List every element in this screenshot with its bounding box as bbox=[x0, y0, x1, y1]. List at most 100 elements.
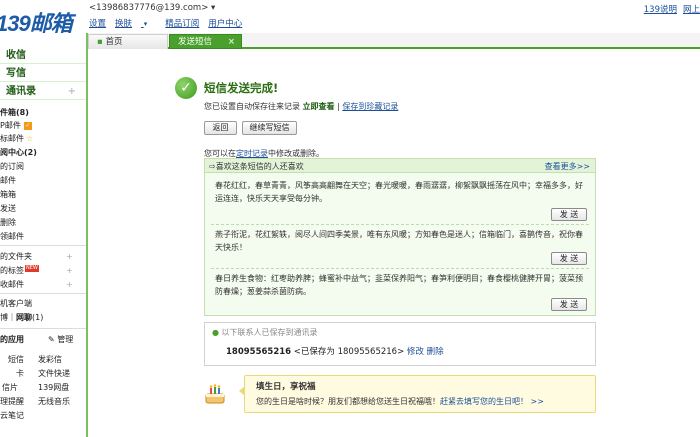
bullet-icon: ● bbox=[212, 328, 219, 337]
birthday-arrow-link[interactable]: >> bbox=[531, 397, 544, 406]
manage-icon: ✎ bbox=[48, 335, 55, 344]
web-link[interactable]: 网上 bbox=[683, 5, 700, 15]
help-link[interactable]: 139说明 bbox=[644, 5, 677, 15]
app-postcard[interactable]: 信片 bbox=[2, 382, 18, 393]
saved-contacts-title: ● 以下联系人已保存到通讯录 bbox=[212, 327, 318, 338]
send-button[interactable]: 发 送 bbox=[551, 252, 587, 265]
vip-badge-icon: ✓ bbox=[23, 121, 32, 130]
sidebar-item-folders[interactable]: 的文件夹 + bbox=[0, 251, 73, 262]
send-button[interactable]: 发 送 bbox=[551, 208, 587, 221]
sms-suggestion-text: 燕子衔泥，花红絮轶，阅尽人间四季美景，唯有东风暖；方知春色是迷人；信箱临门，喜鹊… bbox=[215, 230, 583, 252]
receive-mail-button[interactable]: 收信 bbox=[0, 47, 86, 64]
app-file-express[interactable]: 文件快递 bbox=[38, 368, 70, 379]
contact-number: 18095565216 bbox=[226, 347, 292, 357]
add-folder-icon[interactable]: + bbox=[66, 251, 73, 262]
apps-manage-link[interactable]: ✎ 管理 bbox=[48, 334, 73, 345]
save-archive-link[interactable]: 保存到珍藏记录 bbox=[342, 102, 398, 111]
continue-compose-button[interactable]: 继续写短信 bbox=[242, 121, 297, 135]
receive-label: 收信 bbox=[6, 50, 26, 61]
view-now-link[interactable]: 立即查看 bbox=[303, 102, 335, 111]
tab-send-sms-label: 发送短信 bbox=[178, 37, 213, 47]
add-tag-icon[interactable]: + bbox=[66, 265, 73, 276]
birthday-text-row: 您的生日是啥时候？朋友们都想给您送生日祝福哦！赶紧去填写您的生日吧！ >> bbox=[256, 396, 544, 407]
new-badge: NEW bbox=[25, 265, 39, 272]
compose-mail-button[interactable]: 写信 bbox=[0, 65, 86, 82]
header: 139邮箱 <13986837776@139.com> ▾ 设置 换肤 ▾ 精品订阅… bbox=[0, 0, 700, 36]
contacts-button[interactable]: 通讯录 + bbox=[0, 83, 86, 100]
delete-contact-link[interactable]: 删除 bbox=[427, 347, 444, 357]
archived-label: 收邮件 bbox=[0, 280, 24, 289]
sidebar-item-deleted[interactable]: 删除 bbox=[0, 217, 16, 228]
sidebar-item-my-subs[interactable]: 的订阅 bbox=[0, 161, 24, 172]
tags-label: 的标签 bbox=[0, 266, 24, 275]
starred-label: 标邮件 bbox=[0, 134, 24, 143]
sidebar-item-sent[interactable]: 发送 bbox=[0, 203, 16, 214]
add-archive-icon[interactable]: + bbox=[66, 279, 73, 290]
close-tab-icon[interactable]: × bbox=[228, 35, 235, 49]
contact-saved-as: <已保存为 18095565216> bbox=[293, 347, 405, 357]
callout-arrow bbox=[239, 386, 245, 396]
app-music[interactable]: 无线音乐 bbox=[38, 396, 70, 407]
page-title: 短信发送完成! bbox=[204, 81, 279, 95]
fill-birthday-link[interactable]: 赶紧去填写您的生日吧！ bbox=[440, 397, 528, 406]
mail-app: { "header": { "logo": "139邮箱", "account"… bbox=[0, 0, 700, 437]
weibo-label: 博｜ bbox=[0, 313, 16, 322]
sidebar-item-inbox[interactable]: 件箱(8) bbox=[0, 107, 29, 118]
divider bbox=[0, 328, 86, 329]
sidebar-item-claim[interactable]: 领邮件 bbox=[0, 231, 24, 242]
scheduled-record-link[interactable]: 定时记录 bbox=[236, 149, 268, 158]
manage-label: 管理 bbox=[57, 335, 74, 344]
im-label: 网聊 bbox=[16, 313, 32, 322]
app-reminder[interactable]: 理提醒 bbox=[0, 396, 24, 407]
apps-title: 的应用 bbox=[0, 335, 24, 344]
modify-suffix: 中修改或删除。 bbox=[268, 149, 324, 158]
user-center-link[interactable]: 用户中心 bbox=[208, 17, 242, 29]
auto-save-text: 您已设置自动保存往来记录 bbox=[204, 102, 300, 111]
birthday-cake-icon bbox=[205, 384, 225, 404]
tab-send-sms[interactable]: 发送短信 × bbox=[169, 34, 242, 49]
account-caret: ▾ bbox=[211, 3, 216, 13]
sidebar-item-vip[interactable]: P邮件 ✓ bbox=[0, 120, 32, 131]
saved-contact-row: 18095565216 <已保存为 18095565216> 修改 删除 bbox=[226, 345, 444, 357]
skin-link[interactable]: 换肤 ▾ bbox=[115, 17, 156, 29]
birthday-title: 填生日，享祝福 bbox=[256, 382, 316, 392]
settings-link[interactable]: 设置 bbox=[89, 17, 106, 29]
app-netdisk[interactable]: 139网盘 bbox=[38, 382, 69, 393]
divider bbox=[0, 293, 86, 294]
home-icon: ▪ bbox=[97, 37, 103, 47]
edit-contact-link[interactable]: 修改 bbox=[407, 347, 424, 357]
app-card[interactable]: 卡 bbox=[16, 368, 24, 379]
app-cloud-notes[interactable]: 云笔记 bbox=[0, 410, 24, 421]
skin-label: 换肤 bbox=[115, 19, 133, 29]
compose-label: 写信 bbox=[6, 68, 26, 79]
sms-suggestion-text: 春日养生食物：红枣助养脾；蜂蜜补中益气；韭菜保养阳气；春笋利便明目；春食樱桃健脾… bbox=[215, 274, 583, 296]
contacts-label: 通讯录 bbox=[6, 86, 36, 97]
account-info[interactable]: <13986837776@139.com> ▾ bbox=[89, 3, 215, 13]
sidebar-item-subscribe-center[interactable]: 阅中心(2) bbox=[0, 147, 37, 158]
recommended-sms-header: ⇨喜欢这条短信的人还喜欢 查看更多>> bbox=[205, 159, 595, 173]
app-mms[interactable]: 发彩信 bbox=[38, 354, 62, 365]
view-more-link[interactable]: 查看更多>> bbox=[545, 161, 590, 172]
auto-save-notice: 您已设置自动保存往来记录 立即查看 | 保存到珍藏记录 bbox=[204, 102, 399, 111]
im-count: (1) bbox=[32, 313, 44, 322]
saved-contacts-title-text: 以下联系人已保存到通讯录 bbox=[221, 328, 318, 337]
add-contact-icon[interactable]: + bbox=[68, 83, 76, 100]
send-button[interactable]: 发 送 bbox=[551, 298, 587, 311]
app-sms[interactable]: 短信 bbox=[8, 354, 24, 365]
sidebar-item-box[interactable]: 箱箱 bbox=[0, 189, 16, 200]
sidebar-item-starred[interactable]: 标邮件 ☆ bbox=[0, 133, 33, 144]
sidebar-item-tags[interactable]: 的标签 NEW + bbox=[0, 265, 73, 276]
sidebar-item-client[interactable]: 机客户端 bbox=[0, 298, 32, 309]
sidebar-item-archived[interactable]: 收邮件 + bbox=[0, 279, 73, 290]
sidebar-item-mail[interactable]: 邮件 bbox=[0, 175, 16, 186]
sidebar-item-im[interactable]: 博｜网聊(1) bbox=[0, 312, 43, 323]
modify-prefix: 您可以在 bbox=[204, 149, 236, 158]
subscribe-link[interactable]: 精品订阅 bbox=[165, 17, 199, 29]
back-button[interactable]: 返回 bbox=[204, 121, 237, 135]
tab-home[interactable]: ▪ 首页 bbox=[88, 34, 168, 49]
birthday-prompt: 填生日，享祝福 您的生日是啥时候？朋友们都想给您送生日祝福哦！赶紧去填写您的生日… bbox=[239, 375, 596, 413]
vip-label: P邮件 bbox=[0, 121, 21, 130]
main-content: ✓ 短信发送完成! 您已设置自动保存往来记录 立即查看 | 保存到珍藏记录 返回… bbox=[90, 51, 700, 437]
skin-caret-icon: ▾ bbox=[143, 20, 148, 28]
sms-suggestion-text: 春花红红，春草青青，风筝高高翩舞在天空；春光暖暖，春雨潺潺，柳絮飘飘摇荡在风中；… bbox=[215, 181, 583, 203]
